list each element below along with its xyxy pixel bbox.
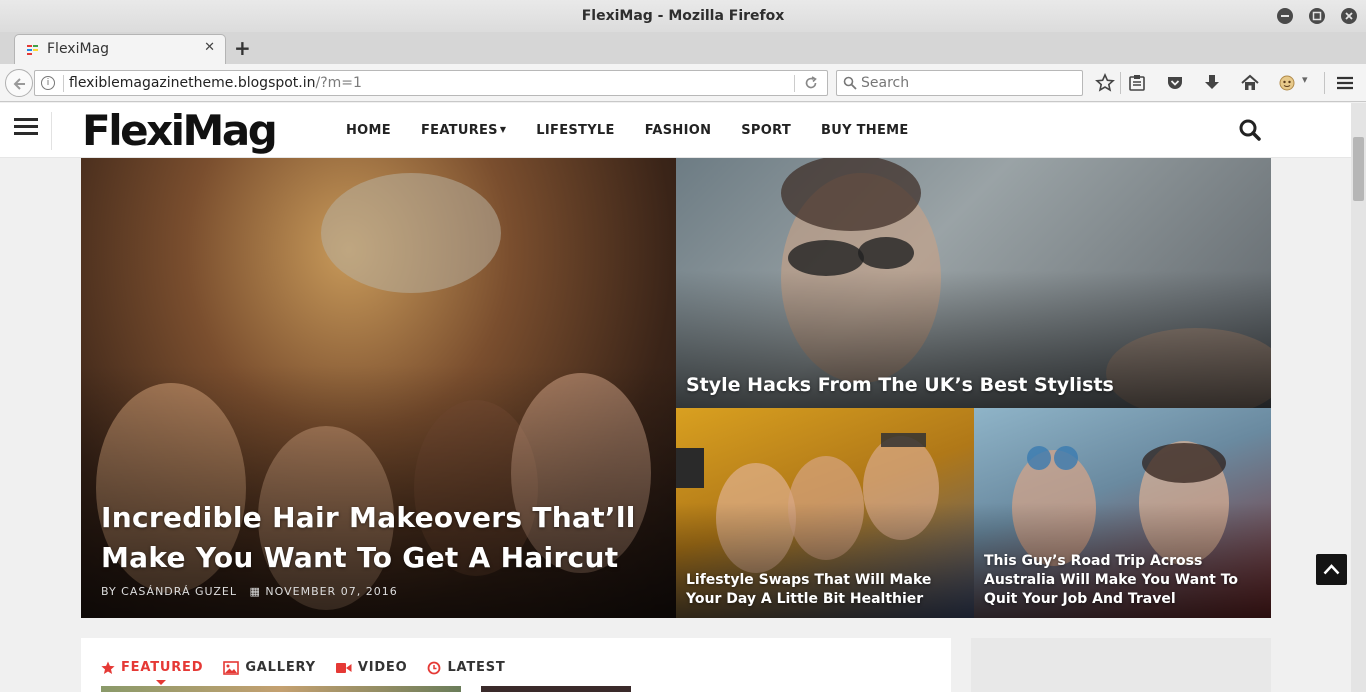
scrollbar-thumb[interactable] <box>1353 137 1364 201</box>
browser-search-box[interactable] <box>836 70 1083 96</box>
posts-tab-widget: FEATURED GALLERY VIDEO LATEST <box>81 638 951 692</box>
star-icon <box>101 661 115 674</box>
maximize-icon[interactable] <box>1309 8 1325 24</box>
browser-tab[interactable]: FlexiMag ✕ <box>14 34 226 64</box>
hero-bottom-right-post[interactable]: This Guy’s Road Trip Across Australia Wi… <box>974 408 1271 618</box>
chevron-up-icon <box>1323 564 1340 575</box>
window-title: FlexiMag - Mozilla Firefox <box>581 8 785 24</box>
search-icon <box>843 76 857 90</box>
tab-title: FlexiMag <box>47 41 110 57</box>
pocket-icon[interactable] <box>1164 72 1186 94</box>
minimize-icon[interactable] <box>1277 8 1293 24</box>
site-search-icon[interactable] <box>1238 118 1262 142</box>
site-header: FlexiMag HOME FEATURES ▼ LIFESTYLE FASHIO… <box>0 103 1351 158</box>
url-bar[interactable]: i flexiblemagazinetheme.blogspot.in/?m=1 <box>34 70 828 96</box>
tab-close-icon[interactable]: ✕ <box>204 40 215 55</box>
extension-dropdown-icon[interactable]: ▾ <box>1302 73 1312 95</box>
fleximag-favicon-icon <box>27 45 39 55</box>
menu-item-features[interactable]: FEATURES ▼ <box>421 123 506 138</box>
menu-icon[interactable] <box>1334 72 1356 94</box>
hero-top-right-title[interactable]: Style Hacks From The UK’s Best Stylists <box>686 373 1261 397</box>
window-titlebar: FlexiMag - Mozilla Firefox <box>0 0 1366 32</box>
tab-latest[interactable]: LATEST <box>427 660 505 675</box>
menu-item-home[interactable]: HOME <box>346 123 391 138</box>
tab-featured[interactable]: FEATURED <box>101 660 203 675</box>
extension-icon[interactable] <box>1277 72 1299 94</box>
active-tab-indicator <box>156 680 166 685</box>
site-logo[interactable]: FlexiMag <box>82 106 278 155</box>
back-arrow-icon <box>13 78 25 90</box>
tab-video[interactable]: VIDEO <box>335 660 408 675</box>
caret-down-icon: ▼ <box>499 125 507 134</box>
image-icon <box>223 660 240 675</box>
main-menu: HOME FEATURES ▼ LIFESTYLE FASHION SPORT B… <box>346 123 939 138</box>
hero-top-right-post[interactable]: Style Hacks From The UK’s Best Stylists <box>676 158 1271 408</box>
post-author[interactable]: BY CASÁNDRÁ GUZEL <box>101 585 237 598</box>
back-to-top-button[interactable] <box>1316 554 1347 585</box>
hero-main-title[interactable]: Incredible Hair Makeovers That’ll Make Y… <box>101 498 661 578</box>
hero-bottom-left-post[interactable]: Lifestyle Swaps That Will Make Your Day … <box>676 408 974 618</box>
post-thumbnail[interactable] <box>101 686 461 692</box>
menu-item-sport[interactable]: SPORT <box>741 123 791 138</box>
search-input[interactable] <box>861 74 1076 92</box>
hamburger-menu-icon[interactable] <box>14 116 38 138</box>
close-icon[interactable] <box>1341 8 1357 24</box>
clock-icon <box>428 661 441 674</box>
menu-item-fashion[interactable]: FASHION <box>645 123 712 138</box>
menu-item-buy-theme[interactable]: BUY THEME <box>821 123 909 138</box>
hero-bottom-right-title[interactable]: This Guy’s Road Trip Across Australia Wi… <box>984 552 1264 609</box>
site-info-icon[interactable]: i <box>41 76 55 90</box>
hero-bottom-left-title[interactable]: Lifestyle Swaps That Will Make Your Day … <box>686 571 956 609</box>
reading-list-icon[interactable] <box>1126 72 1148 94</box>
download-icon[interactable] <box>1201 72 1223 94</box>
web-page: FlexiMag HOME FEATURES ▼ LIFESTYLE FASHIO… <box>0 103 1351 692</box>
post-tabs: FEATURED GALLERY VIDEO LATEST <box>101 660 526 675</box>
video-camera-icon <box>335 662 352 673</box>
sidebar-widget <box>971 638 1271 692</box>
bookmark-star-icon[interactable] <box>1094 72 1116 94</box>
new-tab-icon[interactable]: + <box>234 36 251 60</box>
menu-item-lifestyle[interactable]: LIFESTYLE <box>536 123 614 138</box>
post-date: NOVEMBER 07, 2016 <box>265 585 398 598</box>
hero-main-meta: BY CASÁNDRÁ GUZEL ▦ NOVEMBER 07, 2016 <box>101 585 398 598</box>
post-thumbnail[interactable] <box>481 686 631 692</box>
home-icon[interactable] <box>1239 72 1261 94</box>
reload-icon[interactable] <box>803 75 819 91</box>
tab-strip: FlexiMag ✕ + <box>0 32 1366 64</box>
tab-gallery[interactable]: GALLERY <box>223 660 316 675</box>
navigation-toolbar: i flexiblemagazinetheme.blogspot.in/?m=1 <box>0 64 1366 102</box>
back-button[interactable] <box>5 69 33 97</box>
url-text[interactable]: flexiblemagazinetheme.blogspot.in/?m=1 <box>69 75 362 91</box>
hero-main-post[interactable]: Incredible Hair Makeovers That’ll Make Y… <box>81 158 676 618</box>
calendar-icon: ▦ <box>249 585 261 598</box>
page-scrollbar[interactable] <box>1351 103 1366 692</box>
